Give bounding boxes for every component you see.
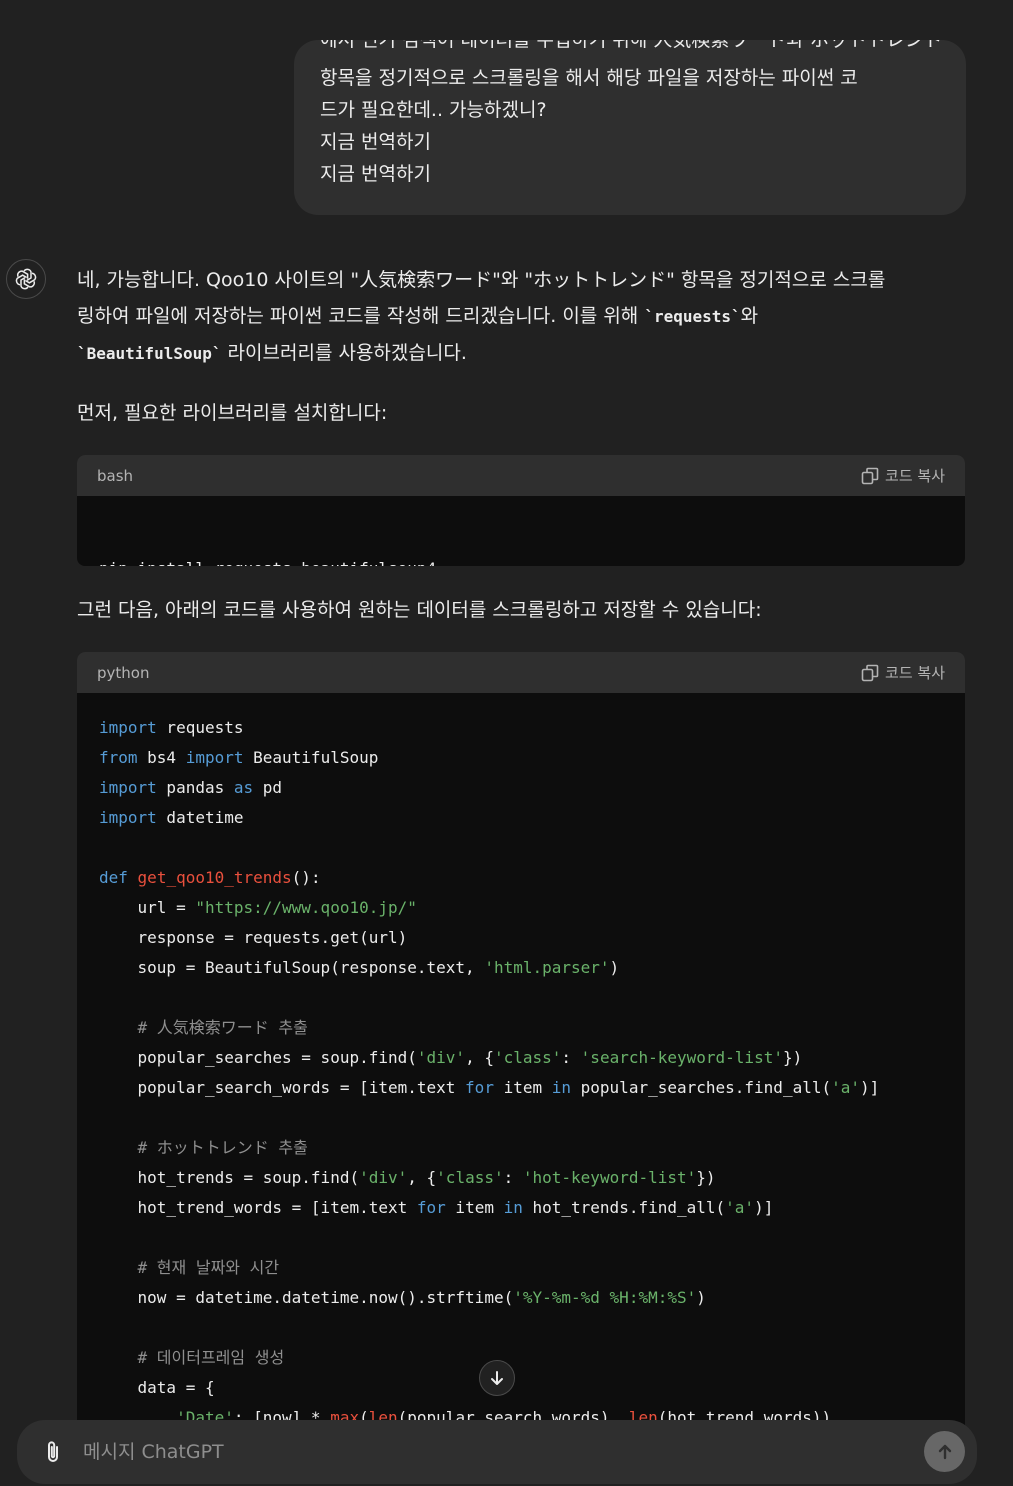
inline-code-requests: `requests`: [644, 307, 741, 326]
code-line: soup = BeautifulSoup(response.text, 'htm…: [99, 958, 620, 977]
attach-file-button[interactable]: [39, 1438, 67, 1466]
intro-line: 네, 가능합니다. Qoo10 사이트의 "人気検索ワード"와 "ホットトレンド…: [77, 269, 886, 291]
usage-paragraph: 그런 다음, 아래의 코드를 사용하여 원하는 데이터를 스크롤링하고 저장할 …: [77, 599, 762, 621]
arrow-down-icon: [491, 1371, 503, 1385]
message-composer: [17, 1420, 977, 1484]
code-block-header: python 코드 복사: [77, 652, 965, 693]
intro-line: `BeautifulSoup` 라이브러리를 사용하겠습니다.: [77, 335, 965, 372]
copy-icon: [861, 467, 879, 484]
code-line: # ホットトレンド 추출: [137, 1138, 308, 1157]
code-line: import pandas as pd: [99, 778, 283, 797]
bash-code-block: bash 코드 복사 pip install requests beautifu…: [77, 455, 965, 566]
intro-line: 링하여 파일에 저장하는 파이썬 코드를 작성해 드리겠습니다. 이를 위해 `…: [77, 298, 965, 335]
chat-viewport[interactable]: 에서 인기 검색어 데이터를 수집하기 위해 人気検索ワード와 ホットトレンド …: [0, 0, 1013, 1486]
user-message-line: 드가 필요한데.. 가능하겠니?: [320, 99, 547, 121]
inline-code-beautifulsoup: `BeautifulSoup`: [77, 344, 222, 363]
intro-text: 링하여 파일에 저장하는 파이썬 코드를 작성해 드리겠습니다. 이를 위해: [77, 305, 645, 327]
code-line: # 데이터프레임 생성: [137, 1348, 285, 1367]
code-line: popular_search_words = [item.text for it…: [99, 1078, 880, 1097]
arrow-up-icon: [938, 1444, 951, 1459]
copy-icon: [861, 664, 879, 681]
code-block-header: bash 코드 복사: [77, 455, 965, 496]
code-line: # 현재 날짜와 시간: [137, 1258, 280, 1277]
message-input[interactable]: [83, 1434, 903, 1470]
install-paragraph: 먼저, 필요한 라이브러리를 설치합니다:: [77, 402, 388, 424]
code-line: pip install requests beautifulsoup4: [99, 554, 943, 566]
code-content: pip install requests beautifulsoup4: [77, 496, 965, 566]
copy-code-label: 코드 복사: [885, 664, 945, 682]
user-message-line: 항목을 정기적으로 스크롤링을 해서 해당 파일을 저장하는 파이썬 코: [320, 67, 858, 89]
scroll-to-bottom-button[interactable]: [479, 1360, 515, 1396]
assistant-intro-paragraph: 네, 가능합니다. Qoo10 사이트의 "人気検索ワード"와 "ホットトレンド…: [77, 262, 965, 372]
paperclip-icon: [48, 1441, 58, 1462]
code-content: import requests from bs4 import Beautiful…: [77, 693, 965, 1433]
code-line: import requests: [99, 718, 244, 737]
code-line: url = "https://www.qoo10.jp/": [99, 898, 417, 917]
copy-code-button[interactable]: 코드 복사: [861, 465, 945, 486]
code-line: response = requests.get(url): [99, 928, 408, 947]
code-line: # 人気検索ワード 추출: [137, 1018, 308, 1037]
send-button[interactable]: [924, 1431, 965, 1472]
code-line: popular_searches = soup.find('div', {'cl…: [99, 1048, 803, 1067]
intro-text: 와: [740, 305, 759, 327]
code-line: data = {: [99, 1378, 215, 1397]
copy-code-button[interactable]: 코드 복사: [861, 662, 945, 683]
copy-code-label: 코드 복사: [885, 467, 945, 485]
assistant-avatar: [6, 259, 46, 299]
translate-now-link[interactable]: 지금 번역하기: [320, 158, 942, 190]
translate-now-link[interactable]: 지금 번역하기: [320, 126, 942, 158]
openai-logo-icon: [15, 268, 37, 290]
code-line: now = datetime.datetime.now().strftime('…: [99, 1288, 706, 1307]
code-line: def get_qoo10_trends():: [99, 868, 321, 887]
code-line: from bs4 import BeautifulSoup: [99, 748, 379, 767]
code-line: hot_trends = soup.find('div', {'class': …: [99, 1168, 716, 1187]
user-message-partial-line: 에서 인기 검색어 데이터를 수집하기 위해 人気検索ワード와 ホットトレンド: [320, 40, 942, 51]
code-language-label: python: [97, 663, 150, 682]
user-message-bubble: 에서 인기 검색어 데이터를 수집하기 위해 人気検索ワード와 ホットトレンド …: [294, 40, 966, 215]
code-line: hot_trend_words = [item.text for item in…: [99, 1198, 774, 1217]
python-code-block: python 코드 복사 import requests from bs4 imp…: [77, 652, 965, 1452]
intro-text: 라이브러리를 사용하겠습니다.: [221, 342, 467, 364]
code-language-label: bash: [97, 466, 134, 485]
code-line: import datetime: [99, 808, 244, 827]
